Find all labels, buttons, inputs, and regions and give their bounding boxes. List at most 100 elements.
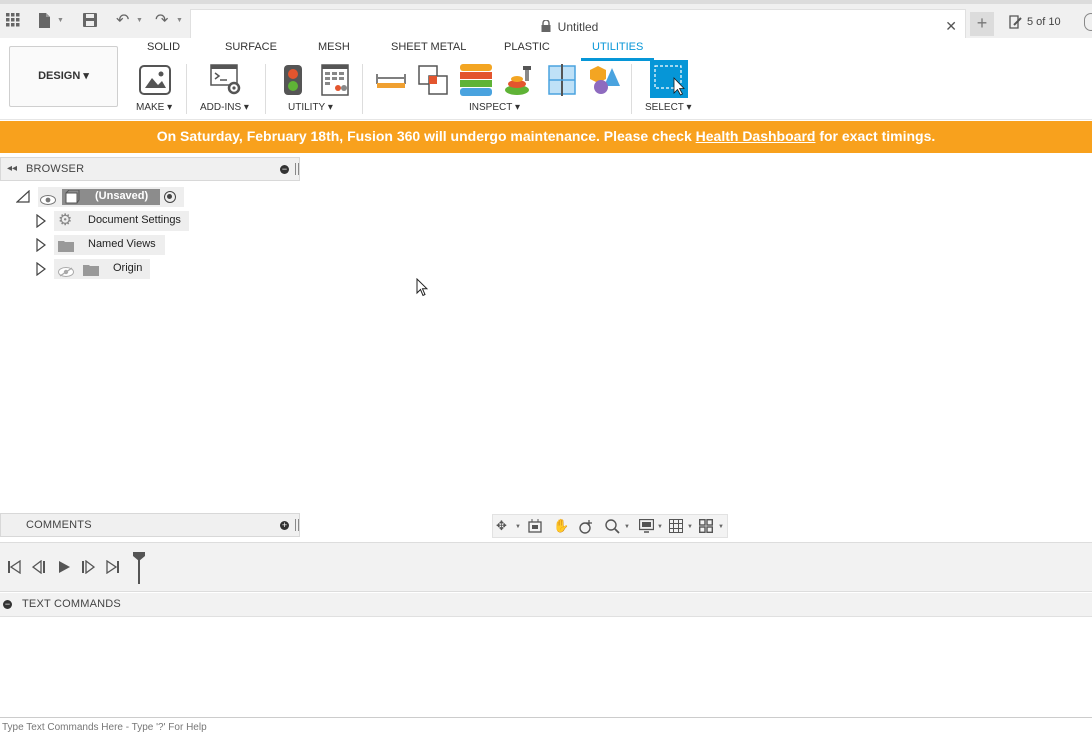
orbit-icon[interactable]: ✥ bbox=[496, 519, 507, 533]
undo-caret-icon[interactable]: ▼ bbox=[136, 17, 143, 24]
step-back-icon[interactable] bbox=[31, 559, 46, 579]
center-of-mass-icon[interactable] bbox=[588, 64, 622, 101]
banner-text-after: for exact timings. bbox=[815, 128, 936, 144]
workspace-switcher[interactable]: DESIGN ▾ bbox=[9, 46, 118, 107]
grid-settings-icon[interactable] bbox=[669, 519, 683, 536]
tab-plastic[interactable]: PLASTIC bbox=[504, 41, 550, 53]
new-tab-button[interactable]: + bbox=[970, 12, 994, 36]
change-parameters-icon[interactable] bbox=[321, 64, 349, 101]
job-status-icon[interactable] bbox=[1009, 15, 1023, 34]
grid-caret-icon[interactable]: ▼ bbox=[687, 524, 693, 530]
step-forward-icon[interactable] bbox=[81, 559, 96, 579]
browser-item-named-views[interactable]: Named Views bbox=[0, 235, 190, 255]
play-icon[interactable] bbox=[57, 560, 71, 579]
display-settings-icon[interactable] bbox=[638, 518, 655, 536]
group-select[interactable]: SELECT ▾ bbox=[645, 102, 692, 113]
group-divider bbox=[265, 64, 266, 114]
tab-utilities[interactable]: UTILITIES bbox=[592, 41, 643, 53]
look-at-icon[interactable] bbox=[528, 519, 542, 536]
group-inspect[interactable]: INSPECT ▾ bbox=[469, 102, 520, 113]
text-commands-input[interactable] bbox=[0, 717, 1092, 737]
application-bar: ▼ ↶ ▼ ↷ ▼ Untitled ✕ + 5 of 10 bbox=[0, 0, 1092, 42]
add-comment-icon[interactable]: + bbox=[280, 521, 289, 530]
process-checker-icon[interactable] bbox=[283, 64, 303, 101]
activate-radio-icon[interactable] bbox=[164, 191, 176, 203]
scripts-addins-icon[interactable] bbox=[210, 64, 242, 101]
active-tab-indicator bbox=[581, 58, 654, 61]
browser-title: BROWSER bbox=[26, 163, 85, 175]
timeline-marker[interactable] bbox=[132, 551, 146, 590]
collapse-panel-icon[interactable]: ◂◂ bbox=[7, 163, 17, 174]
visibility-eye-icon[interactable] bbox=[40, 192, 56, 210]
measure-icon[interactable] bbox=[376, 70, 406, 95]
tab-mesh[interactable]: MESH bbox=[318, 41, 350, 53]
navigation-bar: ✥ ▼ ✋ ▼ ▼ ▼ ▼ bbox=[492, 514, 728, 538]
file-menu-caret-icon[interactable]: ▼ bbox=[57, 17, 64, 24]
mouse-cursor-icon bbox=[416, 277, 429, 302]
go-to-end-icon[interactable] bbox=[106, 559, 120, 579]
draft-analysis-icon[interactable] bbox=[503, 64, 535, 101]
3d-print-icon[interactable] bbox=[139, 64, 171, 101]
tree-item-label: Document Settings bbox=[88, 214, 181, 226]
interference-icon[interactable] bbox=[417, 64, 449, 101]
document-title: Untitled bbox=[557, 20, 599, 34]
group-divider bbox=[186, 64, 187, 114]
tab-surface[interactable]: SURFACE bbox=[225, 41, 277, 53]
expand-triangle-icon[interactable] bbox=[36, 261, 46, 281]
orbit-caret-icon[interactable]: ▼ bbox=[515, 524, 521, 530]
comments-title: COMMENTS bbox=[26, 519, 92, 531]
apps-grid-icon[interactable] bbox=[6, 13, 20, 31]
undo-icon[interactable]: ↶ bbox=[116, 13, 129, 29]
hidden-eye-icon[interactable] bbox=[58, 264, 74, 282]
browser-panel-header: ◂◂ BROWSER − bbox=[0, 157, 300, 181]
go-to-start-icon[interactable] bbox=[7, 559, 21, 579]
expand-triangle-icon[interactable] bbox=[15, 189, 30, 209]
banner-text-before: On Saturday, February 18th, Fusion 360 w… bbox=[156, 128, 696, 144]
expand-triangle-icon[interactable] bbox=[36, 213, 46, 233]
panel-grip-icon[interactable] bbox=[295, 519, 299, 531]
browser-item-origin[interactable]: Origin bbox=[0, 259, 190, 279]
component-icon bbox=[64, 189, 80, 209]
zoom-window-icon[interactable] bbox=[605, 519, 620, 537]
tree-item-label: Named Views bbox=[88, 238, 156, 250]
save-icon[interactable] bbox=[83, 13, 97, 31]
group-add-ins[interactable]: ADD-INS ▾ bbox=[200, 102, 249, 113]
expand-triangle-icon[interactable] bbox=[36, 237, 46, 257]
job-status-label[interactable]: 5 of 10 bbox=[1027, 16, 1061, 28]
toolbar-ribbon: DESIGN ▾ SOLID SURFACE MESH SHEET METAL … bbox=[0, 38, 1092, 120]
display-caret-icon[interactable]: ▼ bbox=[657, 524, 663, 530]
pan-hand-icon[interactable]: ✋ bbox=[553, 519, 569, 533]
folder-icon bbox=[83, 263, 99, 281]
section-analysis-icon[interactable] bbox=[547, 64, 577, 101]
text-commands-header: − TEXT COMMANDS bbox=[0, 593, 1092, 617]
maintenance-banner: On Saturday, February 18th, Fusion 360 w… bbox=[0, 121, 1092, 153]
tab-solid[interactable]: SOLID bbox=[147, 41, 180, 53]
timeline-bar bbox=[0, 542, 1092, 592]
text-commands-title: TEXT COMMANDS bbox=[22, 598, 121, 610]
folder-icon bbox=[58, 239, 74, 257]
redo-icon[interactable]: ↷ bbox=[155, 13, 168, 29]
tab-sheet-metal[interactable]: SHEET METAL bbox=[391, 41, 466, 53]
health-dashboard-link[interactable]: Health Dashboard bbox=[696, 128, 816, 144]
zoom-caret-icon[interactable]: ▼ bbox=[624, 524, 630, 530]
collapse-browser-icon[interactable]: − bbox=[280, 165, 289, 174]
panel-grip-icon[interactable] bbox=[295, 163, 299, 175]
zoom-icon[interactable] bbox=[579, 519, 594, 537]
window-select-icon[interactable] bbox=[650, 60, 688, 103]
profile-icon[interactable] bbox=[1084, 13, 1092, 31]
redo-caret-icon[interactable]: ▼ bbox=[176, 17, 183, 24]
group-divider bbox=[362, 64, 363, 114]
file-icon[interactable] bbox=[38, 13, 51, 32]
zebra-analysis-icon[interactable] bbox=[460, 64, 492, 101]
viewports-icon[interactable] bbox=[698, 518, 714, 536]
group-utility[interactable]: UTILITY ▾ bbox=[288, 102, 333, 113]
group-make[interactable]: MAKE ▾ bbox=[136, 102, 172, 113]
group-divider bbox=[631, 64, 632, 114]
collapse-text-commands-icon[interactable]: − bbox=[3, 600, 12, 609]
browser-root-row[interactable]: (Unsaved) bbox=[0, 187, 190, 207]
close-tab-icon[interactable]: ✕ bbox=[945, 18, 957, 35]
viewports-caret-icon[interactable]: ▼ bbox=[718, 524, 724, 530]
tree-item-label: Origin bbox=[113, 262, 143, 274]
root-label: (Unsaved) bbox=[95, 190, 149, 202]
browser-item-document-settings[interactable]: ⚙ Document Settings bbox=[0, 211, 190, 231]
